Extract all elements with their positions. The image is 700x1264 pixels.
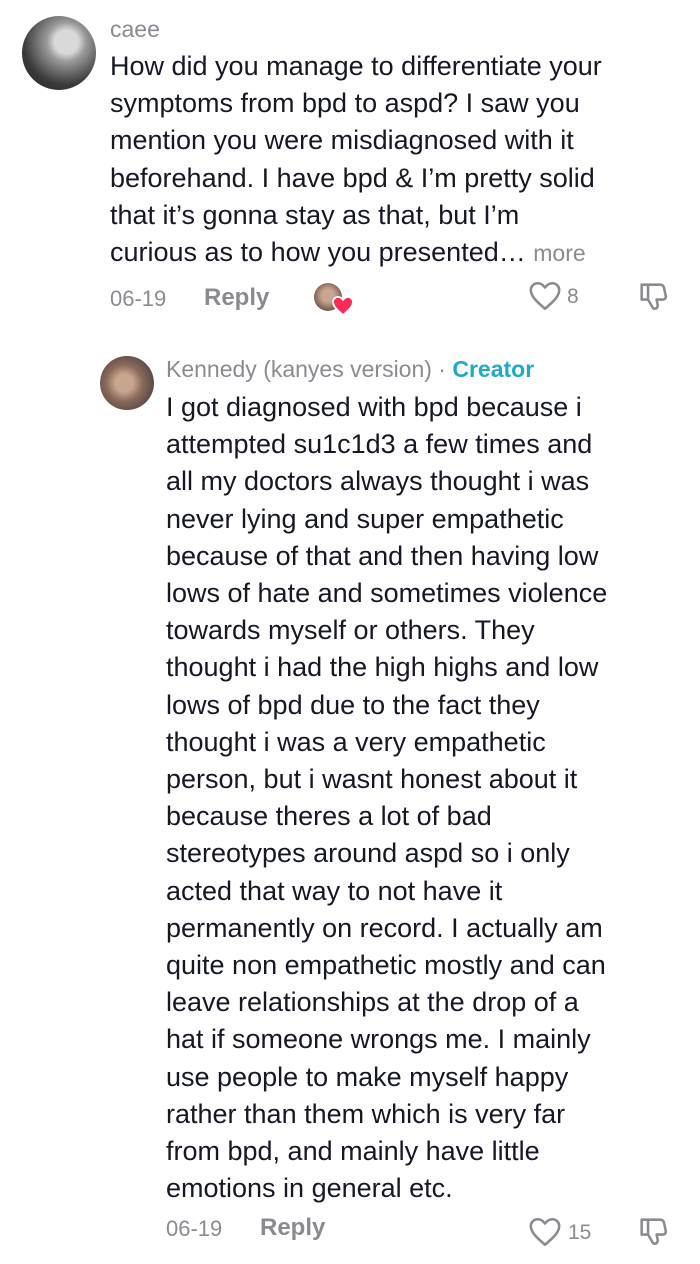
reply-text: I got diagnosed with bpd because i attem… bbox=[166, 389, 686, 1207]
comment-date: 06-19 bbox=[110, 286, 167, 311]
reply-line: because theres a lot of bad bbox=[166, 801, 492, 832]
comment-line: that it’s gonna stay as that, but I’m bbox=[110, 199, 520, 230]
reply-line: thought i was a very empathetic bbox=[166, 726, 546, 757]
comment-line: How did you manage to differentiate your bbox=[110, 51, 602, 81]
avatar[interactable] bbox=[22, 16, 96, 90]
reply-line: stereotypes around aspd so i only bbox=[166, 838, 570, 869]
like-count: 8 bbox=[567, 285, 579, 308]
reply-line: acted that way to not have it bbox=[166, 875, 503, 906]
reply-line: never lying and super empathetic bbox=[166, 503, 564, 534]
reply-line: hat if someone wrongs me. I mainly bbox=[166, 1024, 591, 1055]
reply-line: person, but i wasnt honest about it bbox=[166, 764, 578, 795]
comment-text: How did you manage to differentiate your… bbox=[110, 48, 690, 272]
reply-line: all my doctors always thought i was bbox=[166, 466, 590, 497]
reply-line: quite non empathetic mostly and can bbox=[166, 950, 606, 981]
creator-badge: Creator bbox=[452, 356, 535, 382]
reply-button[interactable]: Reply bbox=[260, 1214, 325, 1242]
reply-line: thought i had the high highs and low bbox=[166, 652, 599, 683]
reply-username[interactable]: Kennedy (kanyes version) bbox=[166, 356, 432, 382]
reply-line: I got diagnosed with bpd because i bbox=[166, 392, 582, 422]
comment-line: symptoms from bpd to aspd? I saw you bbox=[110, 88, 580, 119]
reply-date: 06-19 bbox=[166, 1216, 223, 1241]
creator-heart-icon bbox=[332, 296, 354, 316]
more-button[interactable]: more bbox=[533, 240, 585, 266]
comment-line: curious as to how you presented… more bbox=[110, 234, 690, 272]
comment-line-text: curious as to how you presented… bbox=[110, 237, 526, 268]
reply-line: leave relationships at the drop of a bbox=[166, 987, 579, 1018]
reply-line: rather than them which is very far bbox=[166, 1098, 566, 1129]
comment-line: mention you were misdiagnosed with it bbox=[110, 125, 574, 156]
reply-line: attempted su1c1d3 a few times and bbox=[166, 429, 593, 460]
like-count: 15 bbox=[568, 1221, 592, 1244]
reply-line: towards myself or others. They bbox=[166, 615, 535, 646]
reply-line: because of that and then having low bbox=[166, 540, 599, 571]
dislike-icon[interactable] bbox=[636, 1214, 670, 1248]
heart-icon[interactable] bbox=[528, 280, 562, 312]
reply-line: lows of hate and sometimes violence bbox=[166, 578, 608, 609]
reply-line: permanently on record. I actually am bbox=[166, 912, 603, 943]
reply-header: Kennedy (kanyes version) · Creator bbox=[166, 356, 534, 383]
reply-button[interactable]: Reply bbox=[204, 284, 269, 312]
separator: · bbox=[431, 356, 453, 382]
comment-line: beforehand. I have bpd & I’m pretty soli… bbox=[110, 162, 595, 193]
creator-avatar[interactable] bbox=[100, 356, 154, 410]
heart-icon[interactable] bbox=[528, 1216, 562, 1248]
reply-line: from bpd, and mainly have little bbox=[166, 1136, 540, 1167]
reply-line: use people to make myself happy bbox=[166, 1061, 569, 1092]
reply-line: emotions in general etc. bbox=[166, 1173, 453, 1204]
dislike-icon[interactable] bbox=[636, 279, 670, 313]
reply-line: lows of bpd due to the fact they bbox=[166, 689, 540, 720]
comment-username[interactable]: caee bbox=[110, 16, 160, 43]
